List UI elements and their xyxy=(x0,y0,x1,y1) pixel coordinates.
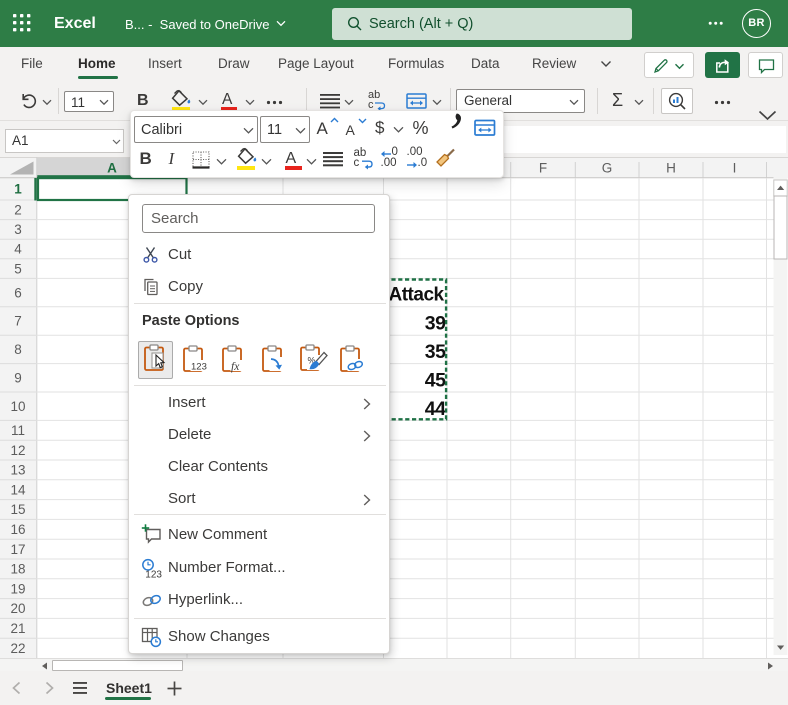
svg-text:G: G xyxy=(602,161,613,176)
svg-text:12: 12 xyxy=(10,443,25,458)
svg-text:1: 1 xyxy=(14,182,22,197)
svg-text:6: 6 xyxy=(14,285,22,300)
svg-text:2: 2 xyxy=(14,203,22,218)
svg-text:3: 3 xyxy=(14,222,22,237)
svg-text:35: 35 xyxy=(425,341,446,363)
svg-text:5: 5 xyxy=(14,261,22,276)
svg-text:fx: fx xyxy=(231,361,240,373)
svg-text:Attack: Attack xyxy=(389,285,445,306)
svg-text:I: I xyxy=(733,161,737,176)
svg-text:123: 123 xyxy=(145,570,162,580)
svg-text:45: 45 xyxy=(425,370,446,392)
svg-text:44: 44 xyxy=(425,398,446,420)
svg-text:22: 22 xyxy=(10,641,25,656)
svg-text:4: 4 xyxy=(14,242,22,257)
svg-text:8: 8 xyxy=(14,342,22,357)
svg-text:11: 11 xyxy=(11,423,25,438)
svg-text:123: 123 xyxy=(191,362,207,373)
svg-text:F: F xyxy=(539,161,547,176)
svg-text:21: 21 xyxy=(10,621,25,636)
svg-text:17: 17 xyxy=(10,542,25,557)
svg-text:14: 14 xyxy=(10,482,26,497)
svg-text:A: A xyxy=(107,161,117,176)
svg-text:9: 9 xyxy=(14,371,22,386)
svg-text:13: 13 xyxy=(10,463,25,478)
svg-text:7: 7 xyxy=(14,314,22,329)
svg-text:18: 18 xyxy=(10,562,25,577)
svg-text:20: 20 xyxy=(10,601,25,616)
svg-text:16: 16 xyxy=(10,522,25,537)
svg-text:15: 15 xyxy=(10,502,25,517)
svg-text:H: H xyxy=(666,161,676,176)
svg-text:19: 19 xyxy=(10,581,25,596)
svg-text:39: 39 xyxy=(425,313,446,335)
svg-text:10: 10 xyxy=(10,399,25,414)
